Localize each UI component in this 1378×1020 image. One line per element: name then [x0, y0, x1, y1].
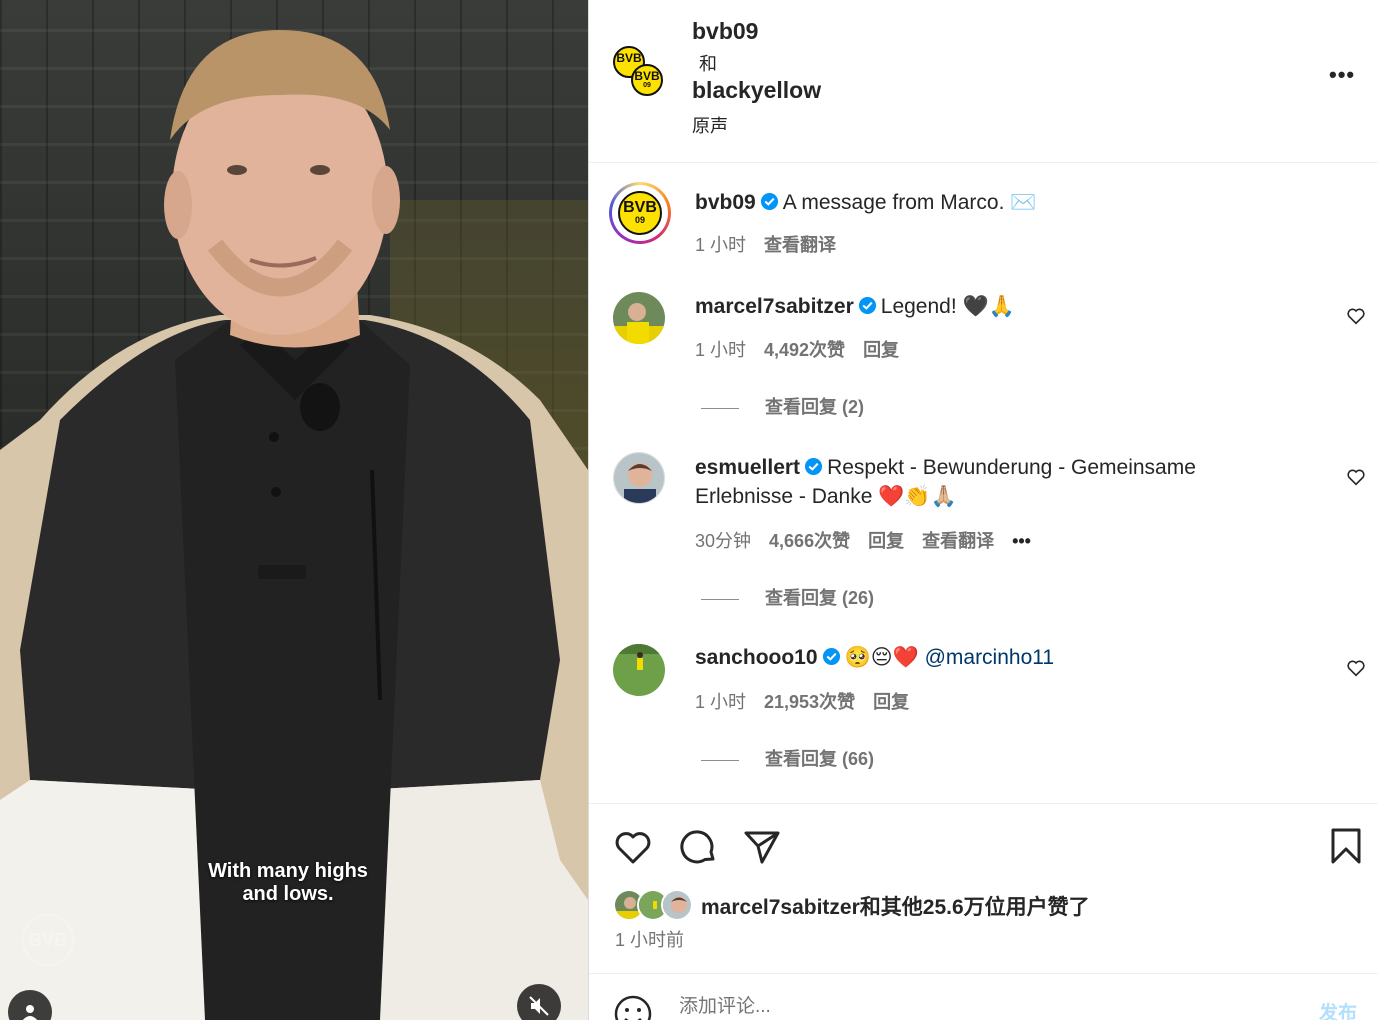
caption-meta: 1 小时 查看翻译	[695, 231, 854, 257]
comment-bubble-icon[interactable]	[679, 828, 717, 866]
comment-text-continued: Erlebnisse - Danke ❤️👏🙏🏼	[695, 485, 957, 508]
collab-joiner: 和	[699, 54, 717, 74]
comment-likes[interactable]: 4,666次赞	[769, 531, 850, 551]
avatar-photo	[613, 644, 665, 696]
replies-divider	[701, 759, 739, 761]
comment-time[interactable]: 1 小时	[695, 340, 746, 360]
comment-time[interactable]: 30分钟	[695, 531, 751, 551]
avatar-photo	[663, 891, 691, 919]
comment-line: marcel7sabitzer Legend! 🖤🙏	[695, 292, 1015, 321]
avatar-photo	[613, 292, 665, 344]
blackyellow-avatar: BVB 09	[631, 64, 663, 96]
comment-line-2: Erlebnisse - Danke ❤️👏🙏🏼	[695, 482, 957, 511]
comment-line: sanchooo10 🥺😔❤️ @marcinho11	[695, 643, 1054, 672]
bvb-watermark: BVB	[22, 914, 74, 966]
sanchooo10-avatar[interactable]	[613, 644, 665, 696]
avatar-photo	[614, 453, 664, 503]
bvb09-logo-icon: BVB 09	[618, 191, 662, 235]
verified-badge-icon	[805, 457, 823, 476]
comment-time[interactable]: 1 小时	[695, 692, 746, 712]
comment-meta: 1 小时 21,953次赞 回复	[695, 688, 927, 714]
account-name-1[interactable]: bvb09	[692, 18, 758, 45]
reel-video[interactable]: With many highs and lows. BVB	[0, 0, 588, 1020]
post-actions-bar	[589, 803, 1378, 973]
caption-text: A message from Marco. ✉️	[782, 191, 1037, 214]
add-comment-bar: 发布	[589, 973, 1378, 1020]
verified-badge-icon	[760, 192, 778, 211]
view-replies-label: 查看回复 (26)	[765, 588, 875, 608]
caption-translate-link[interactable]: 查看翻译	[764, 235, 836, 255]
reply-button[interactable]: 回复	[868, 531, 904, 551]
verified-badge-icon	[858, 296, 876, 315]
account-name-2[interactable]: blackyellow	[692, 77, 821, 104]
post-header: BVB BVB 09 bvb09 和 blackyellow 原声 •••	[589, 0, 1378, 163]
logo-year: 09	[634, 215, 645, 225]
subtitle-line-2: and lows.	[242, 883, 334, 905]
emoji-smiley-icon[interactable]	[613, 994, 653, 1020]
subtitle-line-1: With many highs	[208, 860, 368, 882]
comment-like-heart-icon[interactable]	[1345, 657, 1367, 679]
reply-button[interactable]: 回复	[863, 340, 899, 360]
like-heart-icon[interactable]	[613, 828, 653, 866]
replies-divider	[701, 407, 739, 409]
logo-text: BVB	[623, 199, 657, 216]
view-replies-button[interactable]: 查看回复 (26)	[701, 584, 874, 610]
comment-text: 🥺😔❤️	[844, 646, 919, 669]
esmuellert-avatar[interactable]	[613, 452, 665, 504]
liked-by-username[interactable]: marcel7sabitzer	[701, 896, 860, 919]
mute-toggle-button[interactable]	[517, 984, 561, 1020]
comment-likes[interactable]: 4,492次赞	[764, 340, 845, 360]
caption-time[interactable]: 1 小时	[695, 235, 746, 255]
more-options-icon[interactable]: •••	[1329, 62, 1355, 88]
comment-line: esmuellert Respekt - Bewunderung - Gemein…	[695, 453, 1196, 482]
collab-avatars[interactable]: BVB BVB 09	[613, 46, 673, 106]
comment-text: Respekt - Bewunderung - Gemeinsame	[827, 456, 1196, 479]
caption-username[interactable]: bvb09	[695, 191, 756, 214]
comment-text: Legend! 🖤🙏	[880, 295, 1015, 318]
post-details-panel: BVB BVB 09 bvb09 和 blackyellow 原声 ••• BV…	[588, 0, 1378, 1020]
logo-text: BVB	[634, 69, 660, 83]
comment-mention-link[interactable]: @marcinho11	[925, 646, 1055, 669]
comment-likes[interactable]: 21,953次赞	[764, 692, 855, 712]
comment-like-heart-icon[interactable]	[1345, 305, 1367, 327]
comment-username[interactable]: esmuellert	[695, 456, 800, 479]
person-icon	[22, 1005, 38, 1020]
liked-by-avatars[interactable]	[613, 889, 697, 923]
video-subtitle: With many highs and lows.	[150, 860, 426, 906]
post-time-ago[interactable]: 1 小时前	[615, 926, 684, 952]
comment-username[interactable]: marcel7sabitzer	[695, 295, 854, 318]
comment-username[interactable]: sanchooo10	[695, 646, 818, 669]
liked-by-rest: 和其他25.6万位用户赞了	[859, 896, 1090, 919]
caption-line: bvb09 A message from Marco. ✉️	[695, 188, 1036, 217]
view-replies-button[interactable]: 查看回复 (2)	[701, 393, 864, 419]
share-paper-plane-icon[interactable]	[743, 828, 781, 866]
view-replies-label: 查看回复 (2)	[765, 397, 864, 417]
likes-summary[interactable]: marcel7sabitzer和其他25.6万位用户赞了	[701, 891, 1090, 921]
speaker-muted-icon	[529, 996, 549, 1016]
save-bookmark-icon[interactable]	[1330, 827, 1362, 865]
marcel7sabitzer-avatar[interactable]	[613, 292, 665, 344]
view-replies-button[interactable]: 查看回复 (66)	[701, 745, 874, 771]
comment-like-heart-icon[interactable]	[1345, 466, 1367, 488]
reply-button[interactable]: 回复	[873, 692, 909, 712]
translate-link[interactable]: 查看翻译	[922, 531, 994, 551]
comment-meta: 1 小时 4,492次赞 回复	[695, 336, 917, 362]
logo-text: BVB	[616, 51, 642, 65]
post-comment-button[interactable]: 发布	[1319, 998, 1357, 1020]
caption-avatar-ring[interactable]: BVB 09	[609, 182, 671, 244]
comment-more-icon[interactable]: •••	[1012, 531, 1031, 551]
view-replies-label: 查看回复 (66)	[765, 749, 875, 769]
comment-meta: 30分钟 4,666次赞 回复 查看翻译 •••	[695, 527, 1049, 553]
add-comment-input[interactable]	[679, 996, 1279, 1018]
logo-year: 09	[643, 82, 651, 89]
replies-divider	[701, 598, 739, 600]
original-audio-link[interactable]: 原声	[692, 112, 728, 138]
verified-badge-icon	[822, 647, 840, 666]
liker-avatar	[661, 889, 693, 921]
